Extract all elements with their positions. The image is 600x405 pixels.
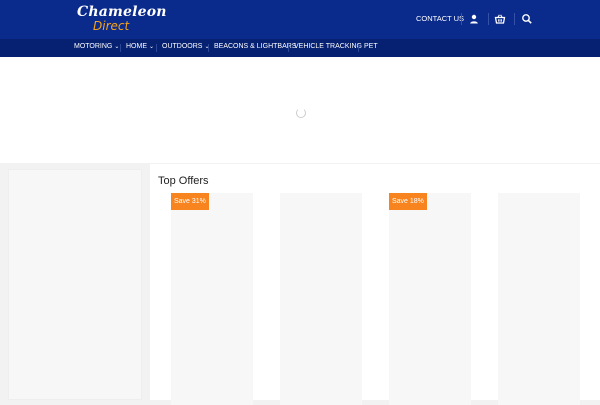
logo-text-direct: Direct bbox=[93, 19, 130, 33]
nav-divider bbox=[208, 44, 209, 52]
sidebar-panel bbox=[8, 169, 142, 400]
nav-item-motoring[interactable]: MOTORING ⌄ bbox=[74, 43, 119, 50]
basket-icon[interactable] bbox=[493, 12, 507, 26]
chevron-down-icon: ⌄ bbox=[149, 43, 155, 50]
nav-label: MOTORING bbox=[74, 43, 113, 50]
chevron-down-icon: ⌄ bbox=[114, 43, 120, 50]
hero-banner bbox=[0, 57, 600, 163]
discount-badge: Save 18% bbox=[389, 193, 427, 210]
search-icon[interactable] bbox=[520, 12, 534, 26]
nav-label: BEACONS & LIGHTBARS bbox=[214, 43, 297, 50]
contact-us-link[interactable]: CONTACT US bbox=[416, 14, 464, 23]
main-navigation: MOTORING ⌄ HOME ⌄ OUTDOORS ⌄ BEACONS & LIGH… bbox=[0, 39, 600, 57]
nav-item-vehicle-tracking[interactable]: VEHICLE TRACKING bbox=[294, 43, 362, 50]
user-icon[interactable] bbox=[467, 12, 481, 26]
nav-divider bbox=[120, 44, 121, 52]
nav-divider bbox=[358, 44, 359, 52]
product-card[interactable] bbox=[498, 193, 580, 405]
header-divider bbox=[461, 13, 462, 25]
top-offers-section: Top Offers Save 31% Save 18% bbox=[150, 164, 600, 405]
nav-item-outdoors[interactable]: OUTDOORS ⌄ bbox=[162, 43, 209, 50]
nav-label: HOME bbox=[126, 43, 147, 50]
product-card[interactable] bbox=[280, 193, 362, 405]
nav-label: OUTDOORS bbox=[162, 43, 203, 50]
product-card[interactable]: Save 31% bbox=[171, 193, 253, 405]
product-card[interactable]: Save 18% bbox=[389, 193, 471, 405]
discount-badge: Save 31% bbox=[171, 193, 209, 210]
nav-item-beacons-lightbars[interactable]: BEACONS & LIGHTBARS bbox=[214, 43, 296, 50]
header-divider bbox=[488, 13, 489, 25]
loading-spinner-icon bbox=[296, 108, 306, 118]
nav-divider bbox=[156, 44, 157, 52]
nav-item-home[interactable]: HOME ⌄ bbox=[126, 43, 154, 50]
nav-label: PET bbox=[364, 43, 378, 50]
nav-label: VEHICLE TRACKING bbox=[294, 43, 362, 50]
section-title: Top Offers bbox=[158, 175, 209, 187]
site-header: Chameleon Direct CONTACT US bbox=[0, 0, 600, 39]
logo-text-chameleon: Chameleon bbox=[77, 4, 167, 20]
nav-item-pet[interactable]: PET bbox=[364, 43, 378, 50]
logo[interactable]: Chameleon Direct bbox=[77, 4, 167, 35]
header-divider bbox=[514, 13, 515, 25]
nav-divider bbox=[288, 44, 289, 52]
